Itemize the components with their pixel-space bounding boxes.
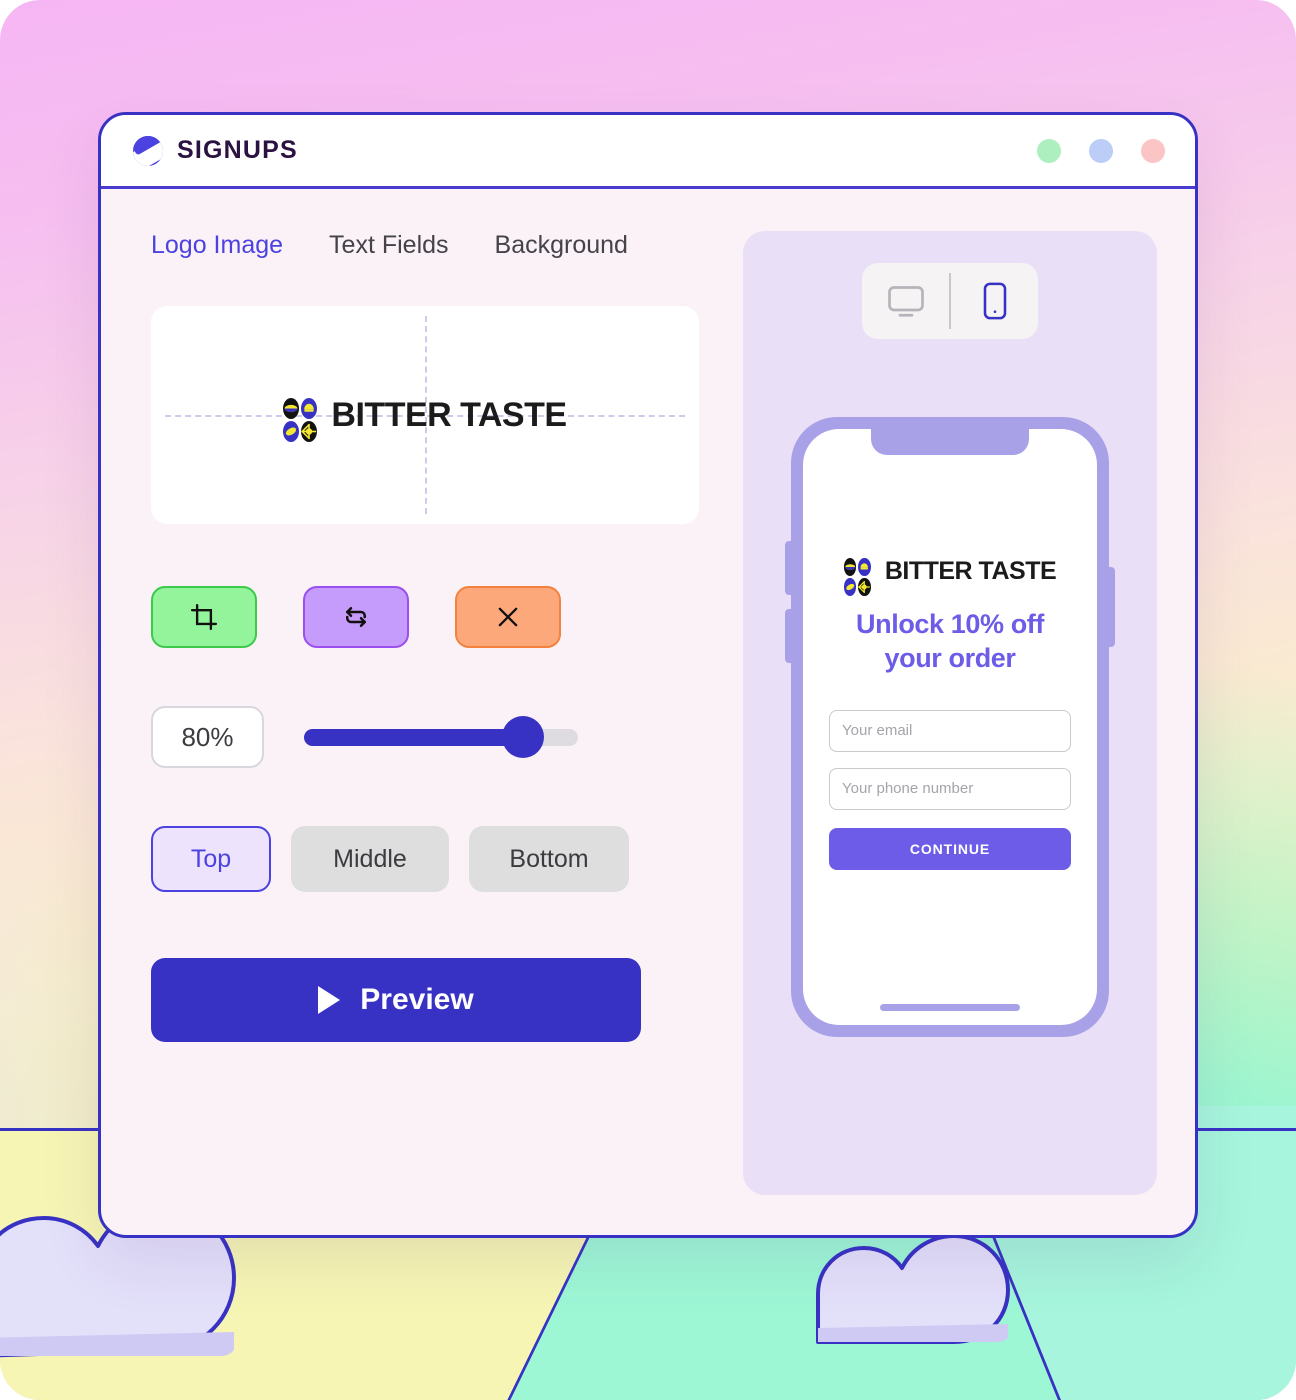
editor-tabs: Logo Image Text Fields Background: [151, 231, 699, 260]
delete-button[interactable]: [455, 586, 561, 648]
phone-home-indicator: [880, 1004, 1020, 1011]
phone-side-button: [1108, 567, 1115, 647]
play-icon: [318, 986, 341, 1014]
logo-canvas[interactable]: BITTER TASTE: [151, 306, 699, 524]
bitter-taste-mark-icon: [283, 398, 318, 442]
popup-headline-line1: Unlock 10% off: [856, 609, 1044, 639]
device-desktop-button[interactable]: [862, 263, 949, 339]
preview-panel: BITTER TASTE Unlock 10% off your order C…: [743, 231, 1157, 1195]
editor-column: Logo Image Text Fields Background BITTER…: [151, 231, 699, 1195]
slider-thumb[interactable]: [502, 716, 545, 758]
bitter-taste-mark-icon-preview: [843, 558, 871, 596]
logo-size-control: [151, 706, 699, 768]
position-bottom-button[interactable]: Bottom: [469, 826, 629, 892]
window-close-dot[interactable]: [1141, 138, 1165, 163]
tab-logo-image[interactable]: Logo Image: [151, 231, 283, 260]
crop-icon: [190, 603, 218, 631]
device-toggle: [862, 263, 1038, 339]
size-input[interactable]: [151, 706, 264, 768]
device-mobile-button[interactable]: [951, 263, 1038, 339]
decorative-cloud-mid: [816, 1234, 1010, 1344]
phone-screen: BITTER TASTE Unlock 10% off your order C…: [803, 429, 1097, 1025]
monitor-icon: [887, 286, 924, 317]
close-x-icon: [498, 607, 518, 627]
phone-icon: [983, 282, 1006, 320]
window-maximize-dot[interactable]: [1089, 138, 1113, 163]
popup-headline: Unlock 10% off your order: [829, 608, 1071, 676]
tab-background[interactable]: Background: [495, 231, 628, 260]
phone-notch: [871, 429, 1029, 455]
phone-field[interactable]: [829, 767, 1071, 810]
app-window: SIGNUPS Logo Image Text Fields Backgroun…: [98, 112, 1198, 1238]
workspace: Logo Image Text Fields Background BITTER…: [101, 189, 1195, 1235]
email-field[interactable]: [829, 709, 1071, 752]
swap-arrows-icon: [346, 607, 366, 627]
replace-button[interactable]: [303, 586, 409, 648]
position-middle-button[interactable]: Middle: [291, 826, 449, 892]
window-minimize-dot[interactable]: [1037, 138, 1061, 163]
tab-text-fields[interactable]: Text Fields: [329, 231, 448, 260]
window-titlebar: SIGNUPS: [101, 115, 1195, 189]
logo-position-control: Top Middle Bottom: [151, 826, 699, 892]
logo-tools: [151, 586, 699, 648]
signups-logo-icon: [133, 135, 163, 166]
crop-button[interactable]: [151, 586, 257, 648]
popup-logo: BITTER TASTE: [829, 557, 1071, 596]
brand: SIGNUPS: [133, 135, 298, 166]
preview-button-label: Preview: [360, 983, 474, 1016]
continue-button[interactable]: CONTINUE: [829, 827, 1071, 870]
window-controls: [1037, 138, 1165, 163]
logo-lockup-canvas[interactable]: BITTER TASTE: [283, 395, 567, 442]
phone-mockup: BITTER TASTE Unlock 10% off your order C…: [785, 417, 1115, 1037]
position-top-button[interactable]: Top: [151, 826, 271, 892]
popup-logo-wordmark: BITTER TASTE: [884, 557, 1057, 585]
popup-form: CONTINUE: [829, 709, 1071, 870]
logo-wordmark: BITTER TASTE: [331, 395, 567, 434]
preview-button[interactable]: Preview: [151, 958, 641, 1042]
popup-headline-line2: your order: [884, 642, 1016, 673]
slider-fill: [304, 728, 524, 746]
size-slider[interactable]: [304, 716, 578, 758]
app-title: SIGNUPS: [177, 136, 298, 164]
